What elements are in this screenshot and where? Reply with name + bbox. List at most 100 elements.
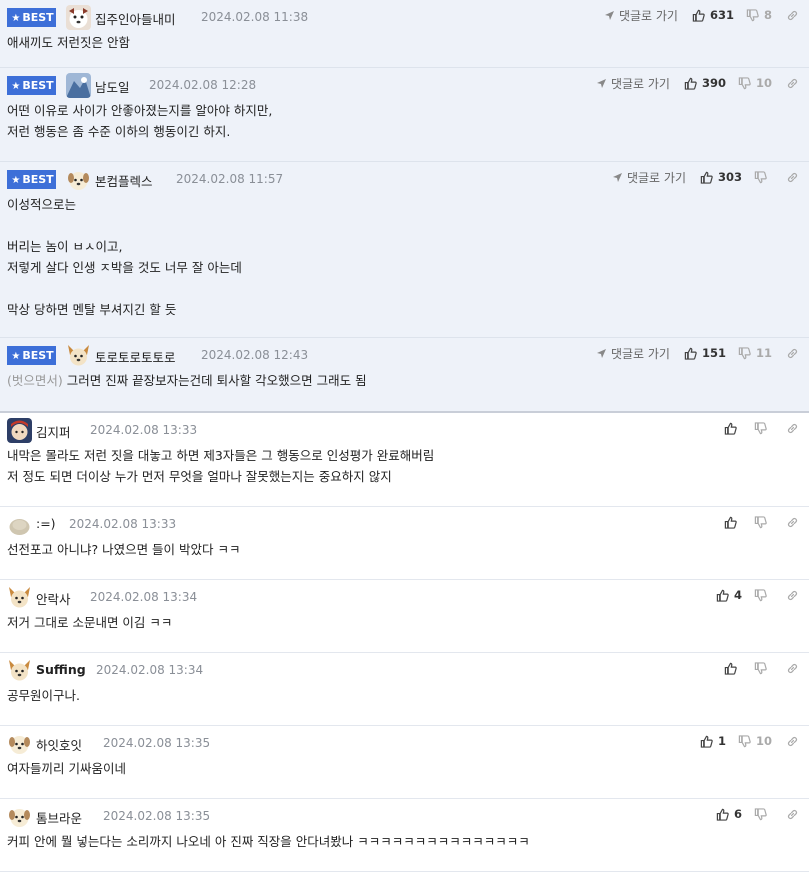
timestamp: 2024.02.08 11:38 xyxy=(201,10,309,24)
timestamp: 2024.02.08 13:35 xyxy=(103,809,211,823)
thumbs-up-icon xyxy=(684,347,697,360)
comment-actions xyxy=(724,659,799,677)
comment-actions: 댓글로 가기 303 xyxy=(612,168,799,186)
downvote-button[interactable] xyxy=(754,807,772,821)
downvote-button[interactable]: 11 xyxy=(738,346,772,360)
downvote-count: 10 xyxy=(755,76,772,90)
downvote-button[interactable] xyxy=(754,588,772,602)
upvote-button[interactable]: 303 xyxy=(700,170,742,184)
best-badge: ★ BEST xyxy=(7,170,56,189)
avatar[interactable] xyxy=(66,343,91,368)
downvote-button[interactable] xyxy=(754,515,772,529)
thumbs-up-icon xyxy=(700,171,713,184)
avatar[interactable] xyxy=(7,512,32,537)
go-to-reply-link[interactable]: 댓글로 가기 xyxy=(596,75,670,92)
comment: ★ BEST 본컴플렉스 2024.02.08 11:57 댓글로 가기 303 … xyxy=(0,162,809,338)
comment-actions: 댓글로 가기 631 8 xyxy=(604,6,799,24)
upvote-button[interactable]: 4 xyxy=(716,588,742,602)
nickname[interactable]: 토로토로토토로 xyxy=(95,347,176,366)
avatar[interactable] xyxy=(66,73,91,98)
go-to-reply-link[interactable]: 댓글로 가기 xyxy=(596,345,670,362)
downvote-button[interactable] xyxy=(754,421,772,435)
comment-actions xyxy=(724,419,799,437)
thumbs-down-icon xyxy=(754,170,767,183)
nickname[interactable]: :=) xyxy=(36,516,56,531)
timestamp: 2024.02.08 13:33 xyxy=(69,517,177,531)
link-button[interactable] xyxy=(786,422,799,435)
avatar[interactable] xyxy=(66,167,91,192)
upvote-button[interactable] xyxy=(724,422,742,435)
comment-text: 애새끼도 저런짓은 안함 xyxy=(7,35,130,50)
avatar[interactable] xyxy=(7,585,32,610)
link-button[interactable] xyxy=(786,808,799,821)
timestamp: 2024.02.08 12:28 xyxy=(149,78,257,92)
upvote-button[interactable]: 6 xyxy=(716,807,742,821)
avatar[interactable] xyxy=(7,804,32,829)
thumbs-down-icon xyxy=(738,734,751,747)
link-icon xyxy=(787,348,798,358)
timestamp: 2024.02.08 13:34 xyxy=(96,663,204,677)
link-button[interactable] xyxy=(786,735,799,748)
upvote-button[interactable]: 151 xyxy=(684,346,726,360)
thumbs-down-icon xyxy=(754,588,767,601)
nickname[interactable]: 본컴플렉스 xyxy=(95,171,153,190)
nickname[interactable]: 톰브라운 xyxy=(36,808,82,827)
downvote-button[interactable]: 10 xyxy=(738,734,772,748)
upvote-button[interactable]: 631 xyxy=(692,8,734,22)
upvote-count: 390 xyxy=(701,76,726,90)
comment-actions: 댓글로 가기 151 11 xyxy=(596,344,799,362)
link-button[interactable] xyxy=(786,516,799,529)
comment-text: 선전포고 아니냐? 나였으면 들이 박았다 ㅋㅋ xyxy=(7,542,241,557)
avatar[interactable] xyxy=(7,418,32,443)
upvote-count: 6 xyxy=(733,807,742,821)
downvote-button[interactable] xyxy=(754,661,772,675)
downvote-button[interactable]: 10 xyxy=(738,76,772,90)
downvote-count: 10 xyxy=(755,734,772,748)
downvote-button[interactable] xyxy=(754,170,772,184)
arrow-icon xyxy=(596,78,606,88)
upvote-count: 1 xyxy=(717,734,726,748)
thumbs-up-icon xyxy=(716,808,729,821)
upvote-button[interactable] xyxy=(724,516,742,529)
go-to-reply-link[interactable]: 댓글로 가기 xyxy=(604,7,678,24)
comment-list: ★ BEST 집주인아들내미 2024.02.08 11:38 댓글로 가기 63… xyxy=(0,0,809,872)
comment-text: 내막은 몰라도 저런 짓을 대놓고 하면 제3자들은 그 행동으로 인성평가 완… xyxy=(7,448,435,484)
arrow-icon xyxy=(612,172,622,182)
thumbs-up-icon xyxy=(716,589,729,602)
nickname[interactable]: 안락사 xyxy=(36,589,71,608)
nickname[interactable]: Suffing xyxy=(36,662,86,677)
thumbs-down-icon xyxy=(738,76,751,89)
avatar[interactable] xyxy=(66,5,91,30)
upvote-button[interactable]: 390 xyxy=(684,76,726,90)
avatar[interactable] xyxy=(7,658,32,683)
link-button[interactable] xyxy=(786,662,799,675)
go-to-reply-link[interactable]: 댓글로 가기 xyxy=(612,169,686,186)
comment: 톰브라운 2024.02.08 13:35 6 커피 안에 뭘 넣는다는 소리까… xyxy=(0,799,809,872)
upvote-button[interactable] xyxy=(724,662,742,675)
link-icon xyxy=(787,78,798,88)
link-button[interactable] xyxy=(786,347,799,360)
link-button[interactable] xyxy=(786,9,799,22)
star-icon: ★ xyxy=(11,81,21,92)
comment-actions: 1 10 xyxy=(700,732,799,750)
link-button[interactable] xyxy=(786,77,799,90)
comment-text: 이성적으로는 버리는 놈이 ㅂㅅ이고, 저렇게 살다 인생 ㅈ박을 것도 너무 … xyxy=(7,197,242,317)
link-icon xyxy=(787,517,798,527)
link-icon xyxy=(787,736,798,746)
nickname[interactable]: 김지퍼 xyxy=(36,422,71,441)
comment-text: 공무원이구나. xyxy=(7,688,80,703)
thumbs-down-icon xyxy=(738,346,751,359)
nickname[interactable]: 남도일 xyxy=(95,77,130,96)
link-button[interactable] xyxy=(786,589,799,602)
nickname[interactable]: 집주인아들내미 xyxy=(95,9,176,28)
comment: 안락사 2024.02.08 13:34 4 저거 그대로 소문내면 이김 ㅋㅋ xyxy=(0,580,809,653)
arrow-icon xyxy=(596,348,606,358)
thumbs-up-icon xyxy=(684,77,697,90)
upvote-count: 151 xyxy=(701,346,726,360)
avatar[interactable] xyxy=(7,731,32,756)
downvote-button[interactable]: 8 xyxy=(746,8,772,22)
nickname[interactable]: 하잇호잇 xyxy=(36,735,82,754)
upvote-button[interactable]: 1 xyxy=(700,734,726,748)
comment-actions: 댓글로 가기 390 10 xyxy=(596,74,799,92)
link-button[interactable] xyxy=(786,171,799,184)
